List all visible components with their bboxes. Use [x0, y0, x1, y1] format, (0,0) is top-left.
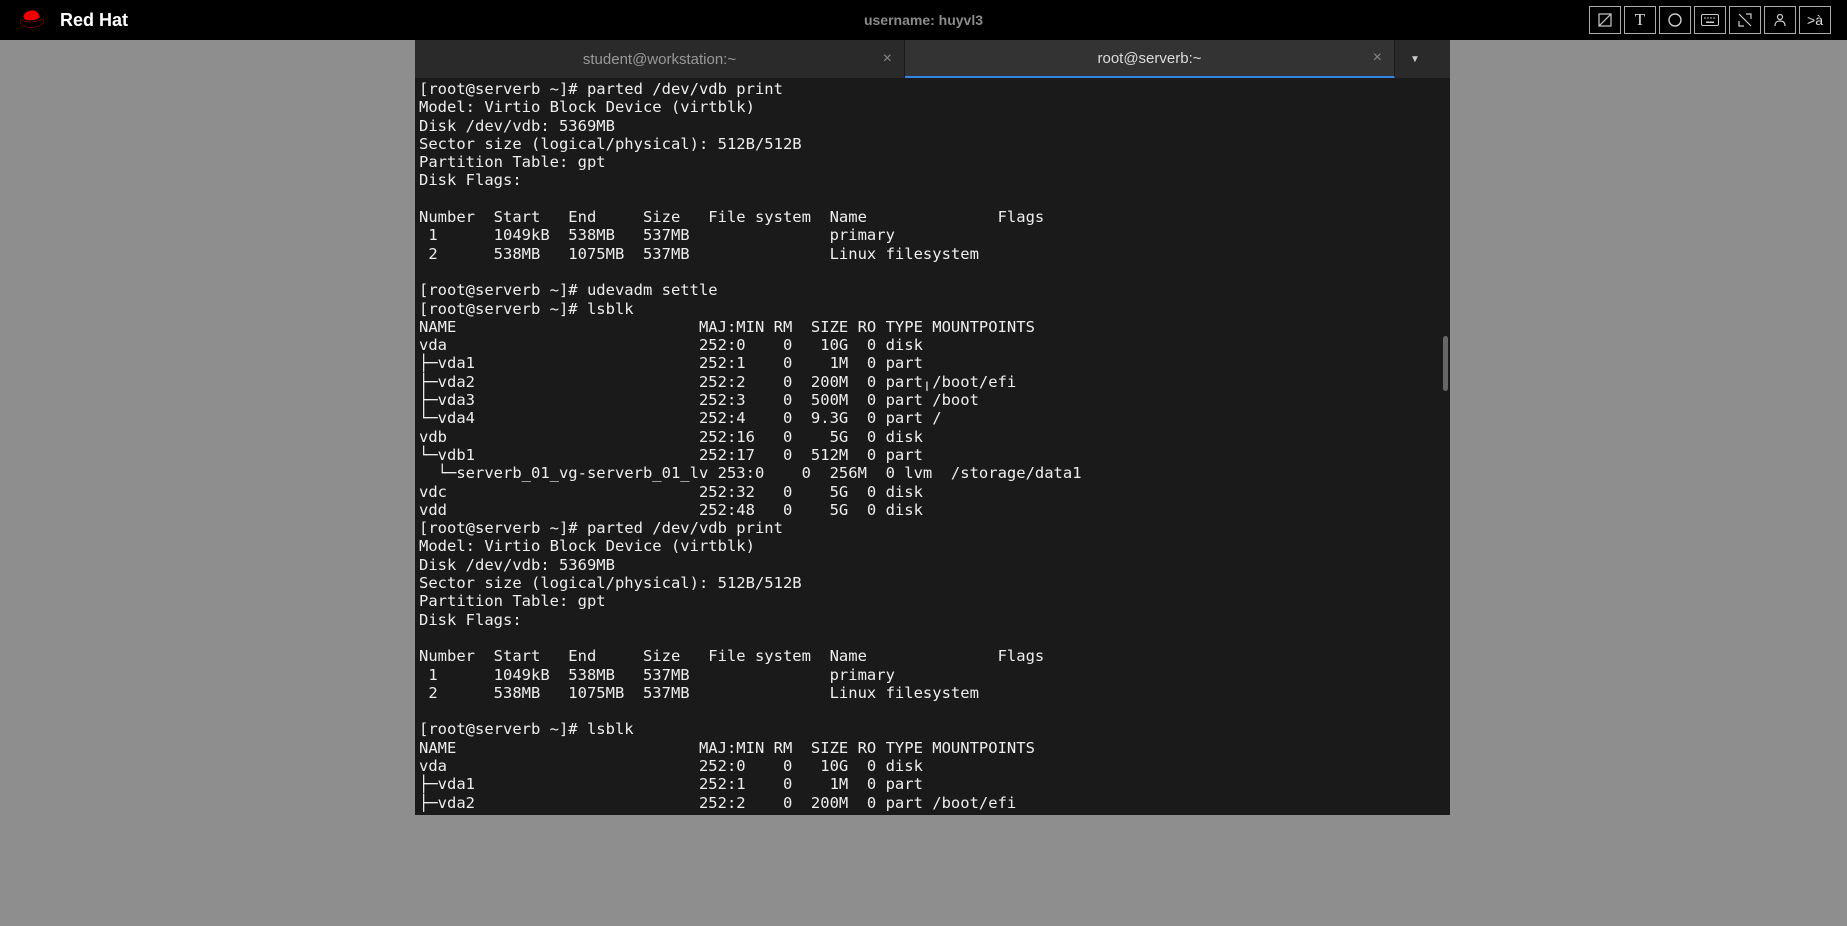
terminal-window: student@workstation:~ × root@serverb:~ ×…	[415, 40, 1450, 815]
scrollbar-thumb[interactable]	[1443, 336, 1448, 391]
circle-button[interactable]	[1659, 6, 1691, 34]
keyboard-button[interactable]	[1694, 6, 1726, 34]
user-icon	[1772, 12, 1788, 28]
tab-bar: student@workstation:~ × root@serverb:~ ×…	[415, 40, 1450, 78]
redhat-icon	[16, 8, 50, 32]
username-label: username: huyvl3	[864, 12, 983, 28]
minimize-button[interactable]	[1729, 6, 1761, 34]
terminal-output[interactable]: [root@serverb ~]# parted /dev/vdb print …	[415, 78, 1450, 815]
logo-area: Red Hat	[16, 8, 128, 32]
tab-label: student@workstation:~	[583, 51, 736, 68]
tab-workstation[interactable]: student@workstation:~ ×	[415, 40, 905, 78]
text-cursor-icon: I	[925, 378, 926, 394]
circle-icon	[1667, 12, 1683, 28]
close-icon[interactable]: ×	[1373, 49, 1382, 67]
keyboard-icon	[1701, 14, 1719, 26]
brand-text: Red Hat	[60, 10, 128, 31]
tab-menu-button[interactable]: ▼	[1395, 40, 1435, 78]
text-button[interactable]: T	[1624, 6, 1656, 34]
tab-serverb[interactable]: root@serverb:~ ×	[905, 40, 1395, 78]
lang-icon: >à	[1807, 12, 1823, 28]
close-icon[interactable]: ×	[883, 50, 892, 68]
scrollbar[interactable]	[1442, 78, 1450, 815]
layers-button[interactable]	[1589, 6, 1621, 34]
minimize-icon	[1737, 12, 1753, 28]
tab-label: root@serverb:~	[1097, 50, 1201, 67]
top-bar: Red Hat username: huyvl3 T	[0, 0, 1847, 40]
toolbar-icons: T	[1589, 6, 1831, 34]
chevron-down-icon: ▼	[1410, 54, 1420, 65]
user-button[interactable]	[1764, 6, 1796, 34]
text-icon: T	[1635, 10, 1645, 30]
lang-button[interactable]: >à	[1799, 6, 1831, 34]
layers-icon	[1597, 12, 1613, 28]
